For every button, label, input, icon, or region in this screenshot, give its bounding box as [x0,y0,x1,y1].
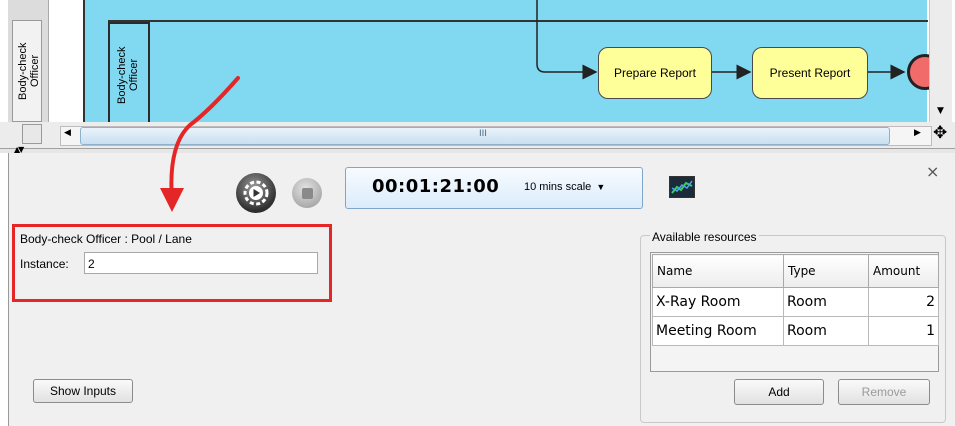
scale-value: 10 mins scale [524,181,592,193]
task-label: Present Report [769,66,851,80]
highlight-box [12,224,332,302]
table-row[interactable]: X-Ray Room Room 2 [652,287,939,317]
flow-to-prepare-report [536,0,598,80]
chart-button[interactable] [669,176,695,198]
scroll-down-icon[interactable]: ▼ [937,106,944,116]
task-label: Prepare Report [613,66,697,80]
task-prepare-report[interactable]: Prepare Report [598,47,712,99]
diagram-canvas[interactable]: Body-check Officer Body-check Officer Pr… [0,0,955,150]
remove-button[interactable]: Remove [838,379,930,405]
chevron-down-icon: ▼ [596,182,606,192]
scale-dropdown[interactable]: 10 mins scale ▼ [524,181,605,193]
column-header-type[interactable]: Type [783,254,869,288]
vertical-scrollbar[interactable]: ▼ [929,0,952,122]
stop-simulation-button[interactable] [292,178,322,208]
add-button[interactable]: Add [734,379,824,405]
chart-icon [669,176,695,198]
resource-type[interactable]: Room [783,287,869,317]
scroll-right-icon[interactable]: ▶ [914,128,921,138]
resource-amount[interactable]: 2 [868,287,939,317]
resource-amount[interactable]: 1 [868,316,939,346]
resources-title: Available resources [650,230,759,244]
table-row[interactable]: Meeting Room Room 1 [652,316,939,346]
resources-table: Name Type Amount X-Ray Room Room 2 Meeti… [652,254,939,346]
resource-type[interactable]: Room [783,316,869,346]
show-inputs-button[interactable]: Show Inputs [33,379,133,403]
elapsed-time: 00:01:21:00 [372,176,500,197]
task-present-report[interactable]: Present Report [752,47,868,99]
stop-icon [301,187,313,199]
close-icon[interactable]: × [926,162,939,181]
scroll-left-icon[interactable]: ◀ [64,128,71,138]
corner-box [22,124,42,144]
resource-name[interactable]: Meeting Room [652,316,784,346]
resource-name[interactable]: X-Ray Room [652,287,784,317]
column-header-name[interactable]: Name [652,254,784,288]
column-header-amount[interactable]: Amount [868,254,939,288]
annotation-arrow [160,76,240,212]
move-icon[interactable]: ✥ [933,123,947,143]
scroll-grip-icon: III [479,129,487,139]
